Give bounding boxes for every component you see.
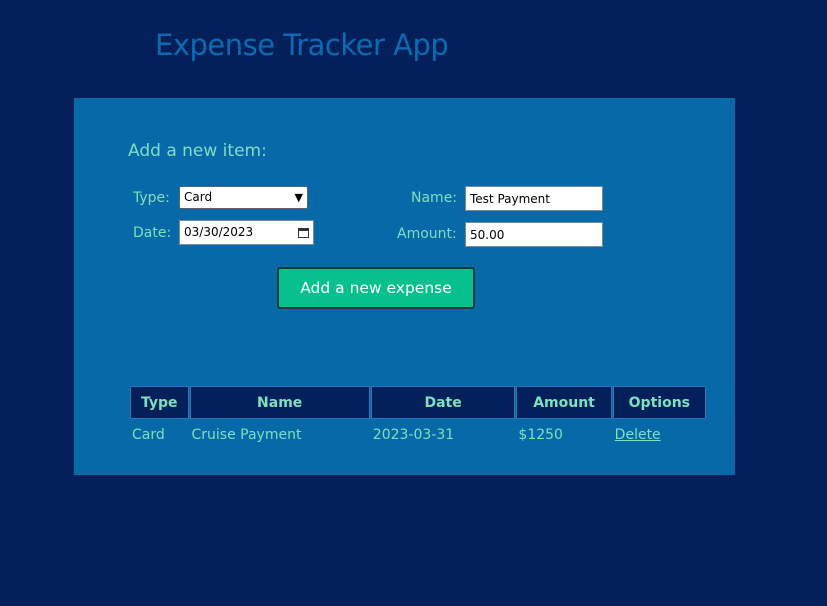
amount-input[interactable] (465, 222, 603, 247)
column-header-options: Options (612, 386, 706, 419)
name-label: Name: (411, 190, 458, 206)
name-input[interactable] (465, 186, 603, 211)
date-input[interactable]: 03/30/2023 (179, 220, 314, 245)
column-header-type: Type (130, 386, 189, 419)
calendar-icon[interactable] (298, 227, 309, 238)
table-header-row: Type Name Date Amount Options (130, 386, 706, 419)
type-select[interactable]: Card ▼ (179, 186, 308, 209)
expense-form-panel: Add a new item: Type: Card ▼ Date: 03/30… (74, 98, 735, 475)
row-name-cell: Cruise Payment (191, 426, 302, 443)
add-expense-button[interactable]: Add a new expense (277, 267, 475, 309)
date-input-value: 03/30/2023 (184, 225, 254, 239)
row-type-cell: Card (132, 426, 165, 443)
type-select-value: Card (184, 190, 213, 204)
amount-label: Amount: (397, 226, 457, 242)
table-row: Card Cruise Payment 2023-03-31 $1250 Del… (130, 420, 706, 449)
column-header-name: Name (189, 386, 370, 419)
expense-table: Type Name Date Amount Options Card Cruis… (129, 385, 707, 450)
row-amount-cell: $1250 (518, 426, 563, 443)
column-header-amount: Amount (516, 386, 612, 419)
form-heading: Add a new item: (128, 141, 267, 161)
row-date-cell: 2023-03-31 (372, 426, 455, 443)
chevron-down-icon: ▼ (294, 191, 303, 204)
date-label: Date: (133, 225, 172, 241)
type-label: Type: (133, 190, 170, 206)
column-header-date: Date (370, 386, 516, 419)
delete-link[interactable]: Delete (615, 427, 661, 443)
app-title: Expense Tracker App (155, 28, 449, 62)
row-options-cell: Delete (613, 420, 706, 449)
